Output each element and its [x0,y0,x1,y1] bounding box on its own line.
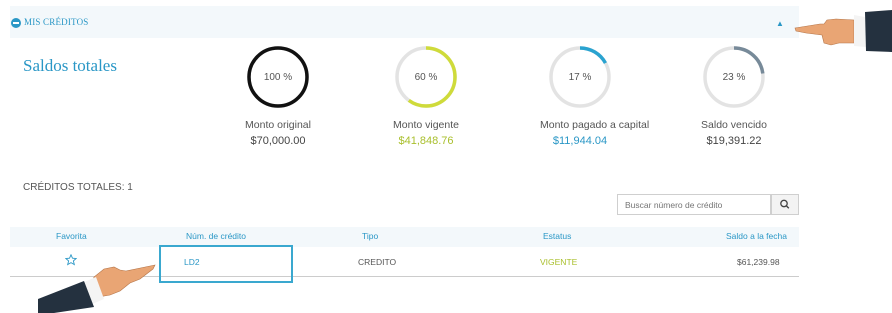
gauge-percent: 23 % [723,72,746,83]
gauge-amount: $19,391.22 [706,135,762,147]
gauge-amount: $11,944.04 [552,135,608,147]
search-input[interactable] [617,194,771,215]
gauge-percent: 17 % [569,72,592,83]
gauge-monto-original: 100 % Monto original $70,000.00 [238,45,318,147]
gauge-ring: 17 % [549,46,611,108]
gauge-amount: $41,848.76 [398,135,454,147]
summary-title: Saldos totales [23,56,117,75]
column-header-estatus[interactable]: Estatus [543,231,571,241]
pointing-hand-icon [794,10,892,52]
credit-type: CREDITO [358,257,397,267]
gauge-amount: $70,000.00 [250,135,306,147]
status-badge: VIGENTE [540,257,578,267]
column-header-tipo[interactable]: Tipo [362,231,378,241]
pointing-hand-icon [38,264,156,313]
search-icon [780,199,790,209]
gauge-label: Monto pagado a capital [540,119,650,131]
credits-total: CRÉDITOS TOTALES: 1 [23,182,133,193]
gauge-label: Monto original [245,119,311,131]
column-header-num-credito[interactable]: Núm. de crédito [186,231,246,241]
table-header [10,227,799,247]
gauge-label: Monto vigente [393,119,459,131]
gauge-saldo-vencido: 23 % Saldo vencido $19,391.22 [694,45,774,147]
highlight-box [159,245,293,283]
gauge-ring: 23 % [703,46,765,108]
gauge-ring: 100 % [247,46,309,108]
gauge-monto-pagado: 17 % Monto pagado a capital $11,944.04 [540,45,650,147]
gauge-monto-vigente: 60 % Monto vigente $41,848.76 [386,45,466,147]
gauge-label: Saldo vencido [701,119,767,131]
gauge-percent: 60 % [415,72,438,83]
search-button[interactable] [771,194,799,215]
minus-circle-icon[interactable] [11,18,21,28]
credit-balance: $61,239.98 [737,257,780,267]
column-header-favorita[interactable]: Favorita [56,231,87,241]
section-header[interactable] [10,6,799,38]
collapse-icon[interactable]: ▲ [776,20,784,28]
gauge-ring: 60 % [395,46,457,108]
gauge-percent: 100 % [264,72,292,83]
column-header-saldo[interactable]: Saldo a la fecha [726,231,787,241]
section-title[interactable]: MIS CRÉDITOS [24,17,89,27]
